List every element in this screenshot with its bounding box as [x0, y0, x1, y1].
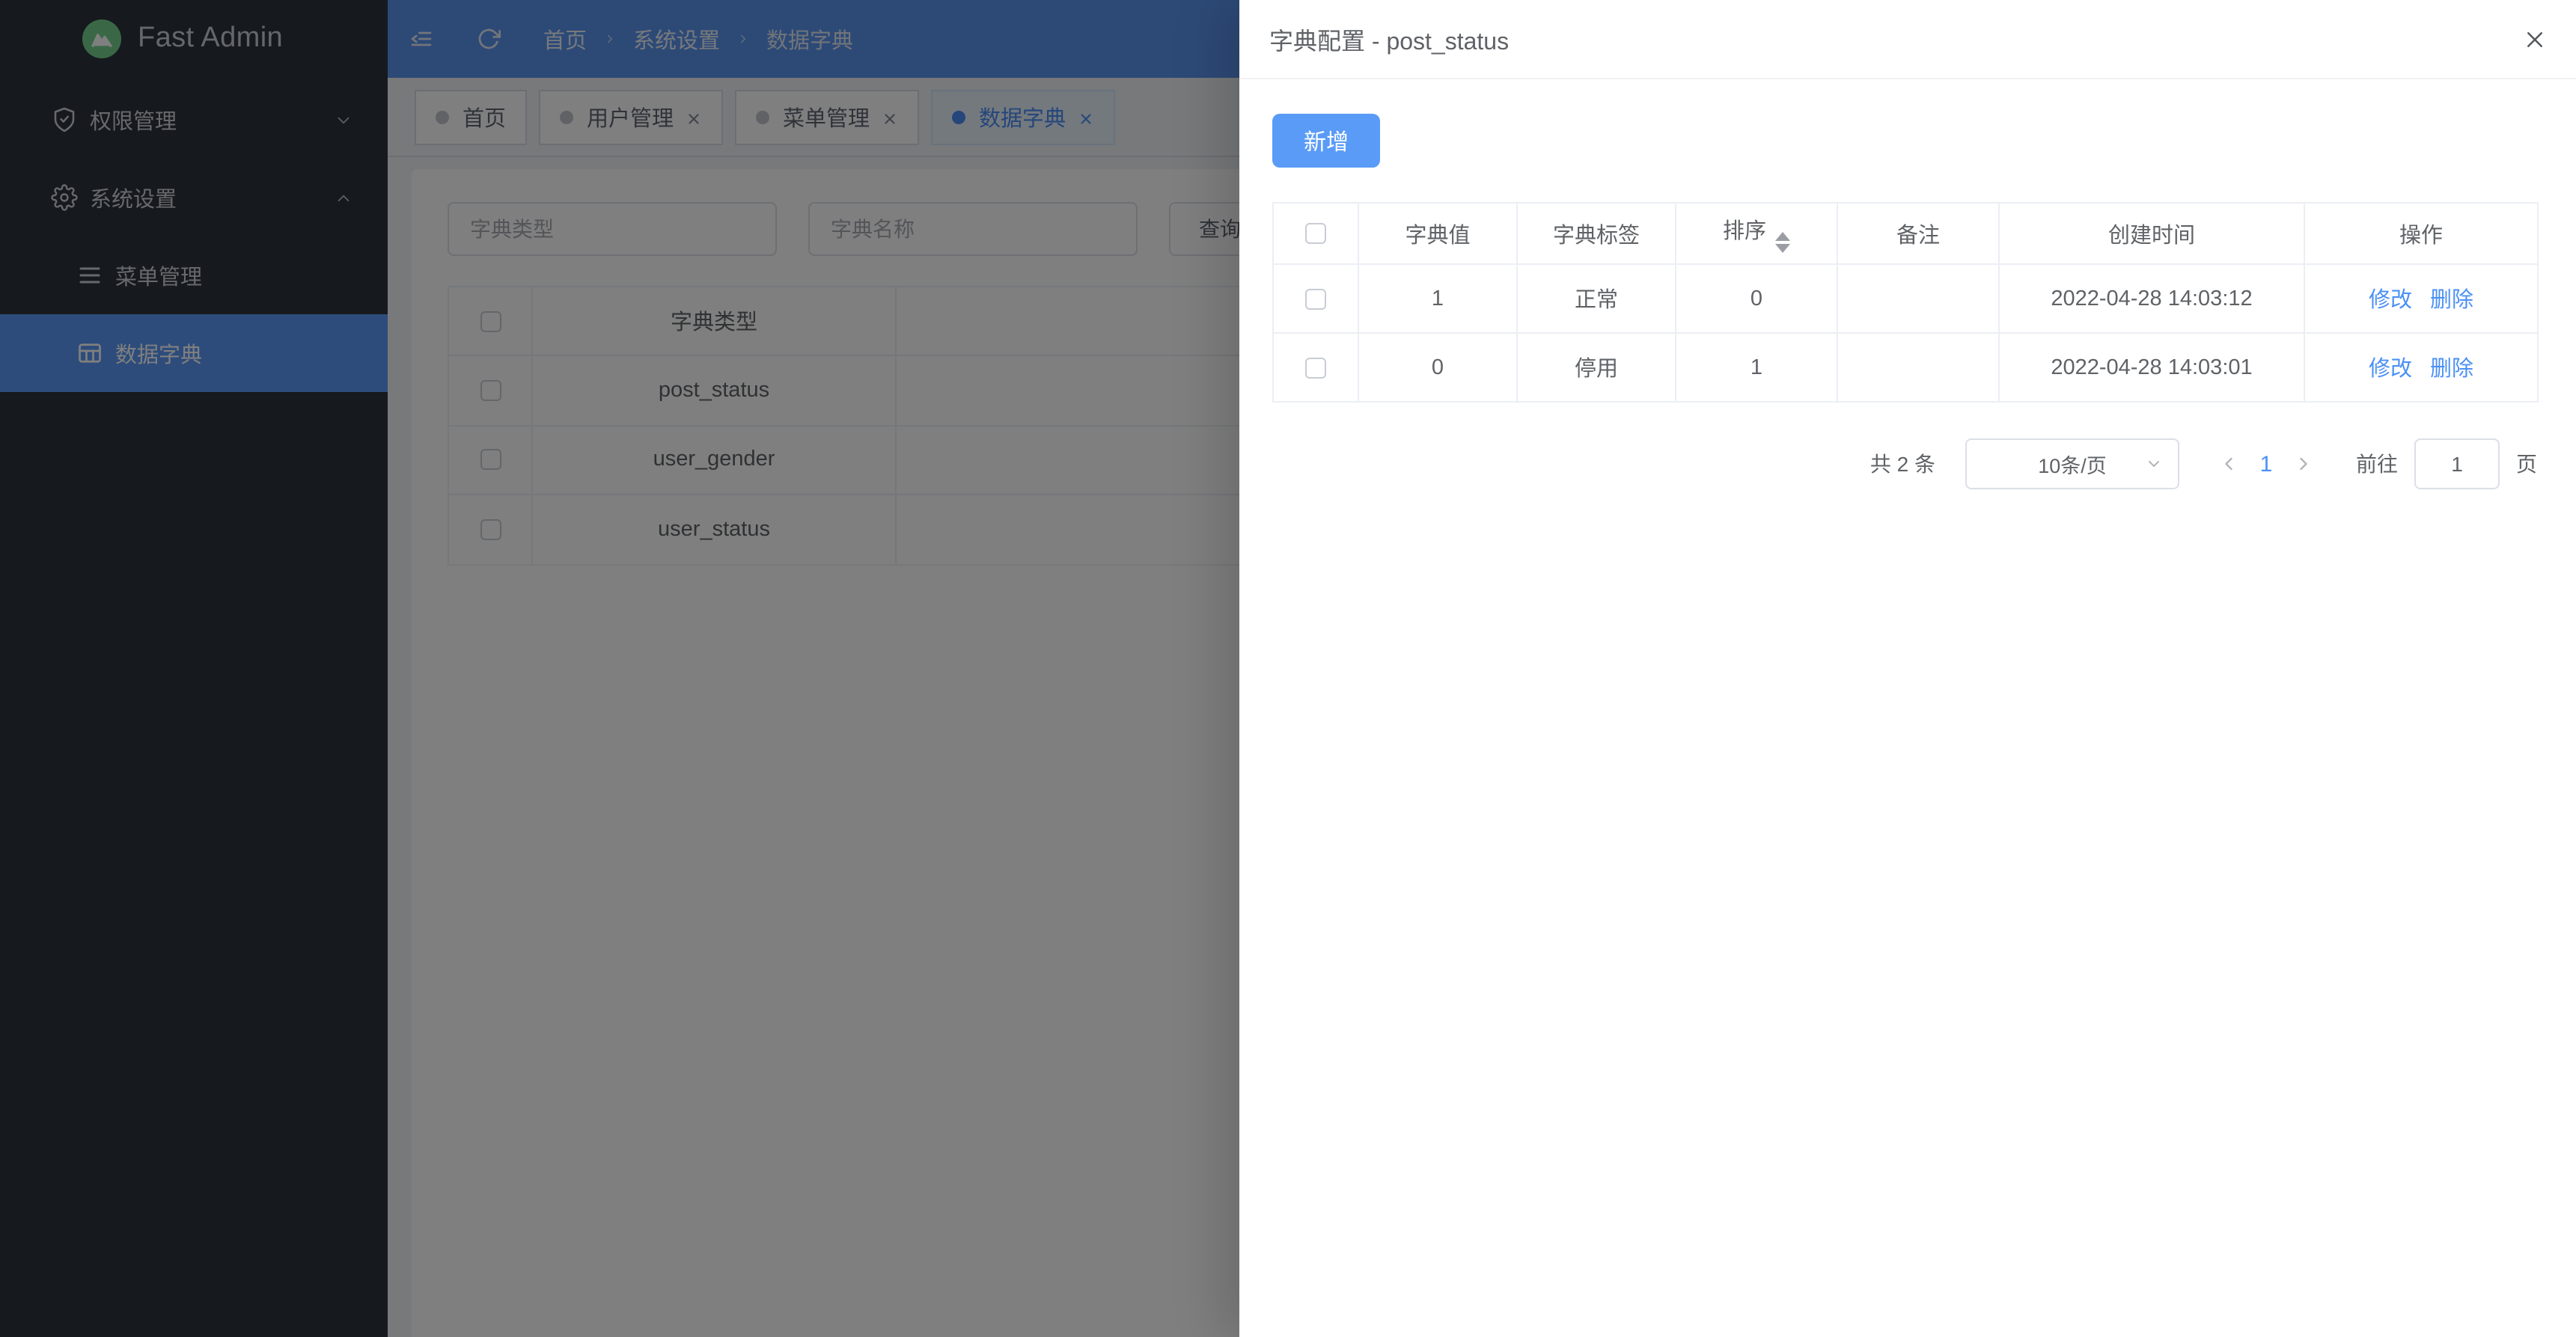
- dict-config-drawer: 字典配置 - post_status 新增 字典值 字典标签 排序: [1239, 0, 2576, 1337]
- next-page-icon[interactable]: [2293, 453, 2314, 474]
- dict-label-cell: 正常: [1517, 264, 1676, 333]
- created-time-cell: 2022-04-28 14:03:12: [1999, 264, 2304, 333]
- goto-page-input[interactable]: [2414, 438, 2500, 489]
- edit-link[interactable]: 修改: [2369, 289, 2412, 313]
- row-checkbox[interactable]: [1305, 357, 1326, 378]
- sort-cell: 0: [1676, 264, 1837, 333]
- goto-label: 前往: [2356, 449, 2398, 479]
- created-time-cell: 2022-04-28 14:03:01: [1999, 333, 2304, 402]
- remark-cell: [1837, 264, 1999, 333]
- close-icon[interactable]: [2524, 28, 2546, 50]
- table-header-row: 字典值 字典标签 排序 备注 创建时间 操作: [1273, 203, 2538, 264]
- column-header: 字典值: [1358, 203, 1517, 264]
- column-header: 创建时间: [1999, 203, 2304, 264]
- sort-cell: 1: [1676, 333, 1837, 402]
- sort-caret-icon[interactable]: [1775, 232, 1790, 253]
- total-count-label: 共 2 条: [1870, 449, 1935, 479]
- table-row[interactable]: 0 停用 1 2022-04-28 14:03:01 修改删除: [1273, 333, 2538, 402]
- drawer-body: 新增 字典值 字典标签 排序 备注 创建时间 操作: [1239, 79, 2576, 489]
- table-row[interactable]: 1 正常 0 2022-04-28 14:03:12 修改删除: [1273, 264, 2538, 333]
- column-header: 备注: [1837, 203, 1999, 264]
- delete-link[interactable]: 删除: [2430, 358, 2473, 382]
- select-all-cell: [1273, 203, 1358, 264]
- page-size-select[interactable]: 10条/页: [1965, 438, 2179, 489]
- select-all-checkbox[interactable]: [1305, 223, 1326, 244]
- page-number-1[interactable]: 1: [2239, 451, 2293, 477]
- operations-cell: 修改删除: [2304, 264, 2538, 333]
- chevron-down-icon: [2145, 455, 2163, 473]
- dict-value-table: 字典值 字典标签 排序 备注 创建时间 操作 1 正常 0: [1272, 202, 2539, 403]
- page-size-value: 10条/页: [2038, 449, 2107, 479]
- remark-cell: [1837, 333, 1999, 402]
- add-button[interactable]: 新增: [1272, 114, 1380, 168]
- screen: Fast Admin 权限管理: [0, 0, 2576, 1337]
- dict-value-cell: 0: [1358, 333, 1517, 402]
- drawer-title: 字典配置 - post_status: [1269, 21, 1509, 57]
- row-checkbox[interactable]: [1305, 288, 1326, 309]
- column-header: 操作: [2304, 203, 2538, 264]
- pagination: 共 2 条 10条/页 1 前往 页: [1272, 438, 2537, 489]
- operations-cell: 修改删除: [2304, 333, 2538, 402]
- dict-label-cell: 停用: [1517, 333, 1676, 402]
- drawer-header: 字典配置 - post_status: [1239, 0, 2576, 79]
- prev-page-icon[interactable]: [2218, 453, 2239, 474]
- edit-link[interactable]: 修改: [2369, 358, 2412, 382]
- dict-value-cell: 1: [1358, 264, 1517, 333]
- page-unit-label: 页: [2516, 449, 2537, 479]
- delete-link[interactable]: 删除: [2430, 289, 2473, 313]
- column-header: 字典标签: [1517, 203, 1676, 264]
- column-header-sortable[interactable]: 排序: [1676, 203, 1837, 264]
